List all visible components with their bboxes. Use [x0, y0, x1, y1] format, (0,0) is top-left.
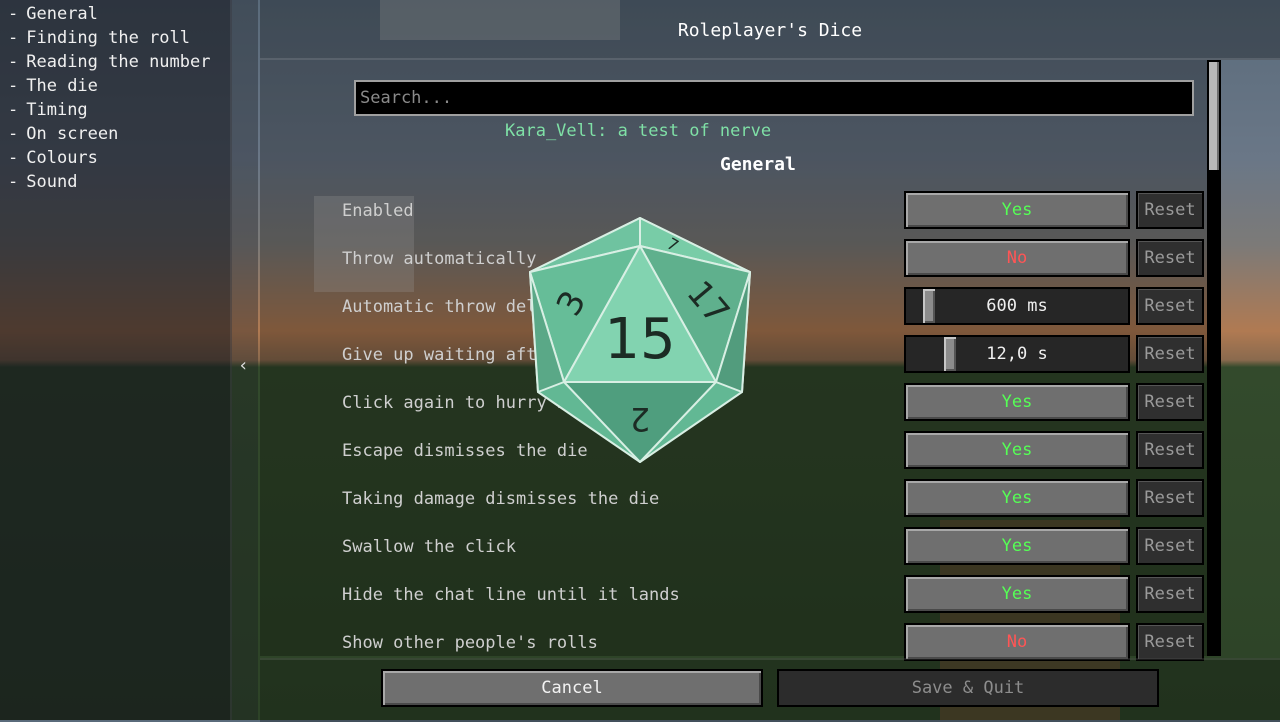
- sidebar-item-the-die[interactable]: - The die: [8, 74, 230, 98]
- die-result: 15: [604, 307, 675, 372]
- option-row: Enabled Yes Reset: [342, 191, 1204, 235]
- option-value: Yes: [1001, 584, 1033, 604]
- save-quit-button[interactable]: Save & Quit: [777, 669, 1159, 707]
- option-label: Show other people's rolls: [342, 633, 598, 653]
- option-label: Throw automatically: [342, 249, 537, 269]
- option-value: No: [1006, 248, 1028, 268]
- reset-button[interactable]: Reset: [1136, 527, 1204, 565]
- option-label: Hide the chat line until it lands: [342, 585, 680, 605]
- option-label: Swallow the click: [342, 537, 516, 557]
- sidebar-collapse-strip[interactable]: ‹: [232, 0, 258, 720]
- sidebar-item-label: Colours: [26, 148, 98, 168]
- option-value: 12,0 s: [986, 344, 1048, 364]
- option-row: Give up waiting after 12,0 s Reset: [342, 335, 1204, 379]
- page-title: Roleplayer's Dice: [677, 20, 863, 41]
- sidebar-item-general[interactable]: - General: [8, 2, 230, 26]
- sidebar-item-colours[interactable]: - Colours: [8, 146, 230, 170]
- value-slider[interactable]: 12,0 s: [904, 335, 1130, 373]
- toggle-button[interactable]: Yes: [904, 479, 1130, 517]
- config-subtitle: Kara_Vell: a test of nerve: [505, 121, 772, 141]
- option-label: Enabled: [342, 201, 414, 221]
- option-label: Give up waiting after: [342, 345, 557, 365]
- slider-handle[interactable]: [923, 289, 935, 323]
- reset-button[interactable]: Reset: [1136, 479, 1204, 517]
- toggle-button[interactable]: No: [904, 623, 1130, 661]
- sidebar-item-sound[interactable]: - Sound: [8, 170, 230, 194]
- toggle-button[interactable]: Yes: [904, 383, 1130, 421]
- sidebar-item-label: Reading the number: [26, 52, 211, 72]
- option-row: Taking damage dismisses the die Yes Reset: [342, 479, 1204, 523]
- option-row: Click again to hurry it Yes Reset: [342, 383, 1204, 427]
- sidebar-item-finding-the-roll[interactable]: - Finding the roll: [8, 26, 230, 50]
- reset-button[interactable]: Reset: [1136, 239, 1204, 277]
- toggle-button[interactable]: Yes: [904, 191, 1130, 229]
- category-sidebar: - General - Finding the roll - Reading the …: [0, 0, 232, 720]
- sidebar-item-timing[interactable]: - Timing: [8, 98, 230, 122]
- toggle-button[interactable]: Yes: [904, 431, 1130, 469]
- sidebar-item-label: Timing: [26, 100, 88, 120]
- reset-button[interactable]: Reset: [1136, 287, 1204, 325]
- option-value: 600 ms: [986, 296, 1048, 316]
- cancel-button[interactable]: Cancel: [381, 669, 763, 707]
- option-value: Yes: [1001, 536, 1033, 556]
- d20-die-icon: 15 3 17 2 7: [529, 217, 751, 463]
- toggle-button[interactable]: Yes: [904, 527, 1130, 565]
- reset-button[interactable]: Reset: [1136, 431, 1204, 469]
- option-value: Yes: [1001, 440, 1033, 460]
- category-list: - General - Finding the roll - Reading the …: [0, 0, 230, 194]
- sidebar-item-label: Sound: [26, 172, 78, 192]
- option-row: Hide the chat line until it lands Yes Rese…: [342, 575, 1204, 619]
- toggle-button[interactable]: No: [904, 239, 1130, 277]
- option-row: Automatic throw delay 600 ms Reset: [342, 287, 1204, 331]
- die-face-number: 2: [630, 400, 650, 438]
- reset-button[interactable]: Reset: [1136, 575, 1204, 613]
- reset-button[interactable]: Reset: [1136, 623, 1204, 661]
- option-value: Yes: [1001, 392, 1033, 412]
- option-label: Taking damage dismisses the die: [342, 489, 660, 509]
- reset-button[interactable]: Reset: [1136, 335, 1204, 373]
- reset-button[interactable]: Reset: [1136, 191, 1204, 229]
- option-label: Automatic throw delay: [342, 297, 557, 317]
- scrollbar-thumb[interactable]: [1209, 62, 1219, 170]
- option-value: Yes: [1001, 200, 1033, 220]
- sidebar-item-label: Finding the roll: [26, 28, 191, 48]
- sidebar-item-label: On screen: [26, 124, 119, 144]
- toggle-button[interactable]: Yes: [904, 575, 1130, 613]
- option-row: Throw automatically No Reset: [342, 239, 1204, 283]
- value-slider[interactable]: 600 ms: [904, 287, 1130, 325]
- sidebar-item-on-screen[interactable]: - On screen: [8, 122, 230, 146]
- chevron-left-icon[interactable]: ‹: [238, 355, 249, 376]
- sidebar-item-label: The die: [26, 76, 98, 96]
- search-input[interactable]: [354, 80, 1194, 116]
- reset-button[interactable]: Reset: [1136, 383, 1204, 421]
- section-heading: General: [720, 154, 796, 175]
- option-row: Escape dismisses the die Yes Reset: [342, 431, 1204, 475]
- option-value: Yes: [1001, 488, 1033, 508]
- header: Roleplayer's Dice: [260, 0, 1280, 60]
- sidebar-item-label: General: [26, 4, 98, 24]
- option-row: Swallow the click Yes Reset: [342, 527, 1204, 571]
- sidebar-item-reading-the-number[interactable]: - Reading the number: [8, 50, 230, 74]
- slider-handle[interactable]: [944, 337, 956, 371]
- option-value: No: [1006, 632, 1028, 652]
